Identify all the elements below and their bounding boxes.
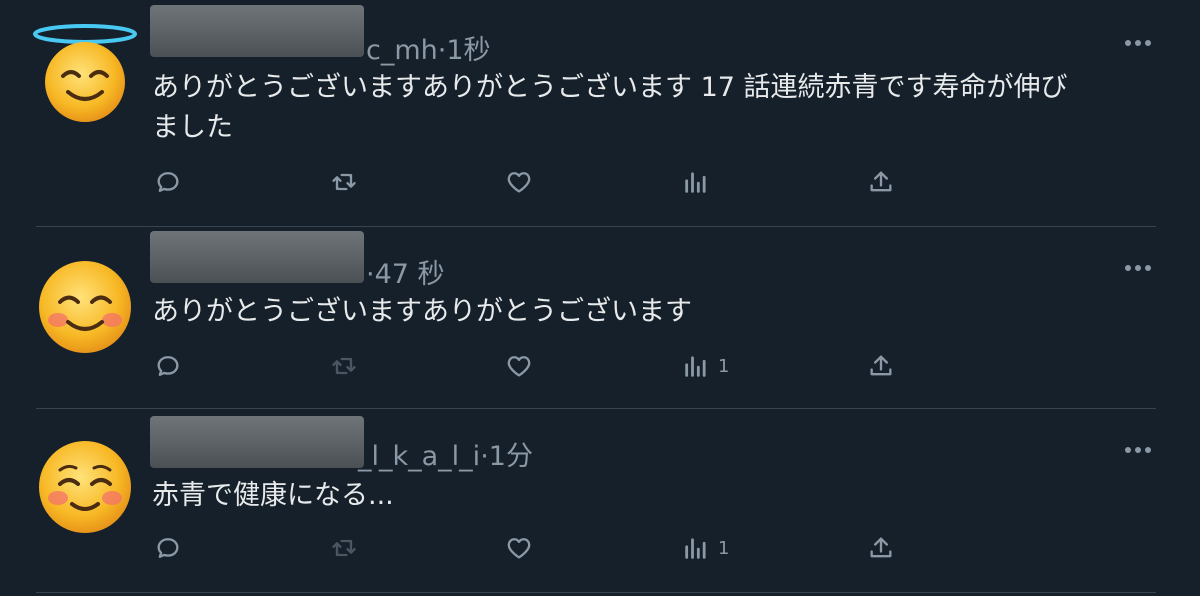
views-button[interactable]: 1 <box>682 352 729 380</box>
retweet-icon <box>332 539 356 557</box>
tweet-text: ありがとうございますありがとうございます 17 話連続赤青です寿命が伸び ました <box>152 68 1142 148</box>
share-icon <box>870 537 892 558</box>
like-button[interactable] <box>505 352 533 380</box>
views-button[interactable]: 1 <box>682 534 729 562</box>
like-button[interactable] <box>505 168 533 196</box>
tweet-meta: c_mh·1秒 <box>366 28 491 67</box>
retweet-button[interactable] <box>330 534 358 562</box>
tweet-text: ありがとうございますありがとうございます <box>152 292 1142 332</box>
timestamp[interactable]: 1分 <box>489 441 533 472</box>
retweet-button[interactable] <box>330 168 358 196</box>
views-icon <box>685 172 706 193</box>
avatar-halo-emoji[interactable] <box>30 14 140 124</box>
separator-dot: · <box>366 259 375 290</box>
tweet-3[interactable]: _l_k_a_l_i·1分 赤青で健康になる... 1 <box>0 408 1200 596</box>
reply-button[interactable] <box>154 534 182 562</box>
like-button[interactable] <box>505 534 533 562</box>
avatar-smiling-emoji[interactable] <box>30 252 140 362</box>
views-button[interactable] <box>682 168 718 196</box>
redacted-display-name <box>150 231 364 283</box>
views-icon <box>685 538 706 559</box>
timestamp[interactable]: 1秒 <box>446 35 490 66</box>
redacted-display-name <box>150 5 364 57</box>
separator-dot: · <box>480 441 489 472</box>
retweet-icon <box>332 173 356 191</box>
like-icon <box>507 172 531 193</box>
tweet-text-line: ありがとうございますありがとうございます <box>152 296 692 327</box>
retweet-icon <box>332 357 356 375</box>
reply-icon <box>157 356 179 376</box>
tweet-meta: _l_k_a_l_i·1分 <box>358 434 533 473</box>
handle[interactable]: c_mh <box>366 35 438 66</box>
timestamp[interactable]: 47 秒 <box>375 259 445 290</box>
views-count: 1 <box>718 355 730 377</box>
tweet-text: 赤青で健康になる... <box>152 476 1142 516</box>
tweet-text-line: ありがとうございますありがとうございます 17 話連続赤青です寿命が伸び <box>152 72 1068 103</box>
share-button[interactable] <box>867 168 895 196</box>
views-icon <box>685 356 706 377</box>
redacted-display-name <box>150 416 364 468</box>
more-icon[interactable] <box>1122 440 1154 460</box>
share-button[interactable] <box>867 534 895 562</box>
share-icon <box>870 355 892 376</box>
more-icon[interactable] <box>1122 33 1154 53</box>
more-icon[interactable] <box>1122 258 1154 278</box>
tweet-text-line: ました <box>152 112 233 143</box>
reply-button[interactable] <box>154 168 182 196</box>
views-count: 1 <box>718 537 730 559</box>
tweet-2[interactable]: ·47 秒 ありがとうございますありがとうございます 1 <box>0 226 1200 408</box>
tweet-divider <box>36 592 1156 593</box>
like-icon <box>507 538 531 559</box>
like-icon <box>507 356 531 377</box>
reply-button[interactable] <box>154 352 182 380</box>
handle[interactable]: _l_k_a_l_i <box>358 441 480 472</box>
share-button[interactable] <box>867 352 895 380</box>
tweet-1[interactable]: c_mh·1秒 ありがとうございますありがとうございます 17 話連続赤青です寿… <box>0 0 1200 226</box>
avatar-blushing-emoji[interactable] <box>30 432 140 542</box>
retweet-button[interactable] <box>330 352 358 380</box>
share-icon <box>870 171 892 192</box>
tweet-meta: ·47 秒 <box>366 252 445 291</box>
tweet-text-line: 赤青で健康になる... <box>152 480 394 511</box>
reply-icon <box>157 172 179 192</box>
reply-icon <box>157 538 179 558</box>
